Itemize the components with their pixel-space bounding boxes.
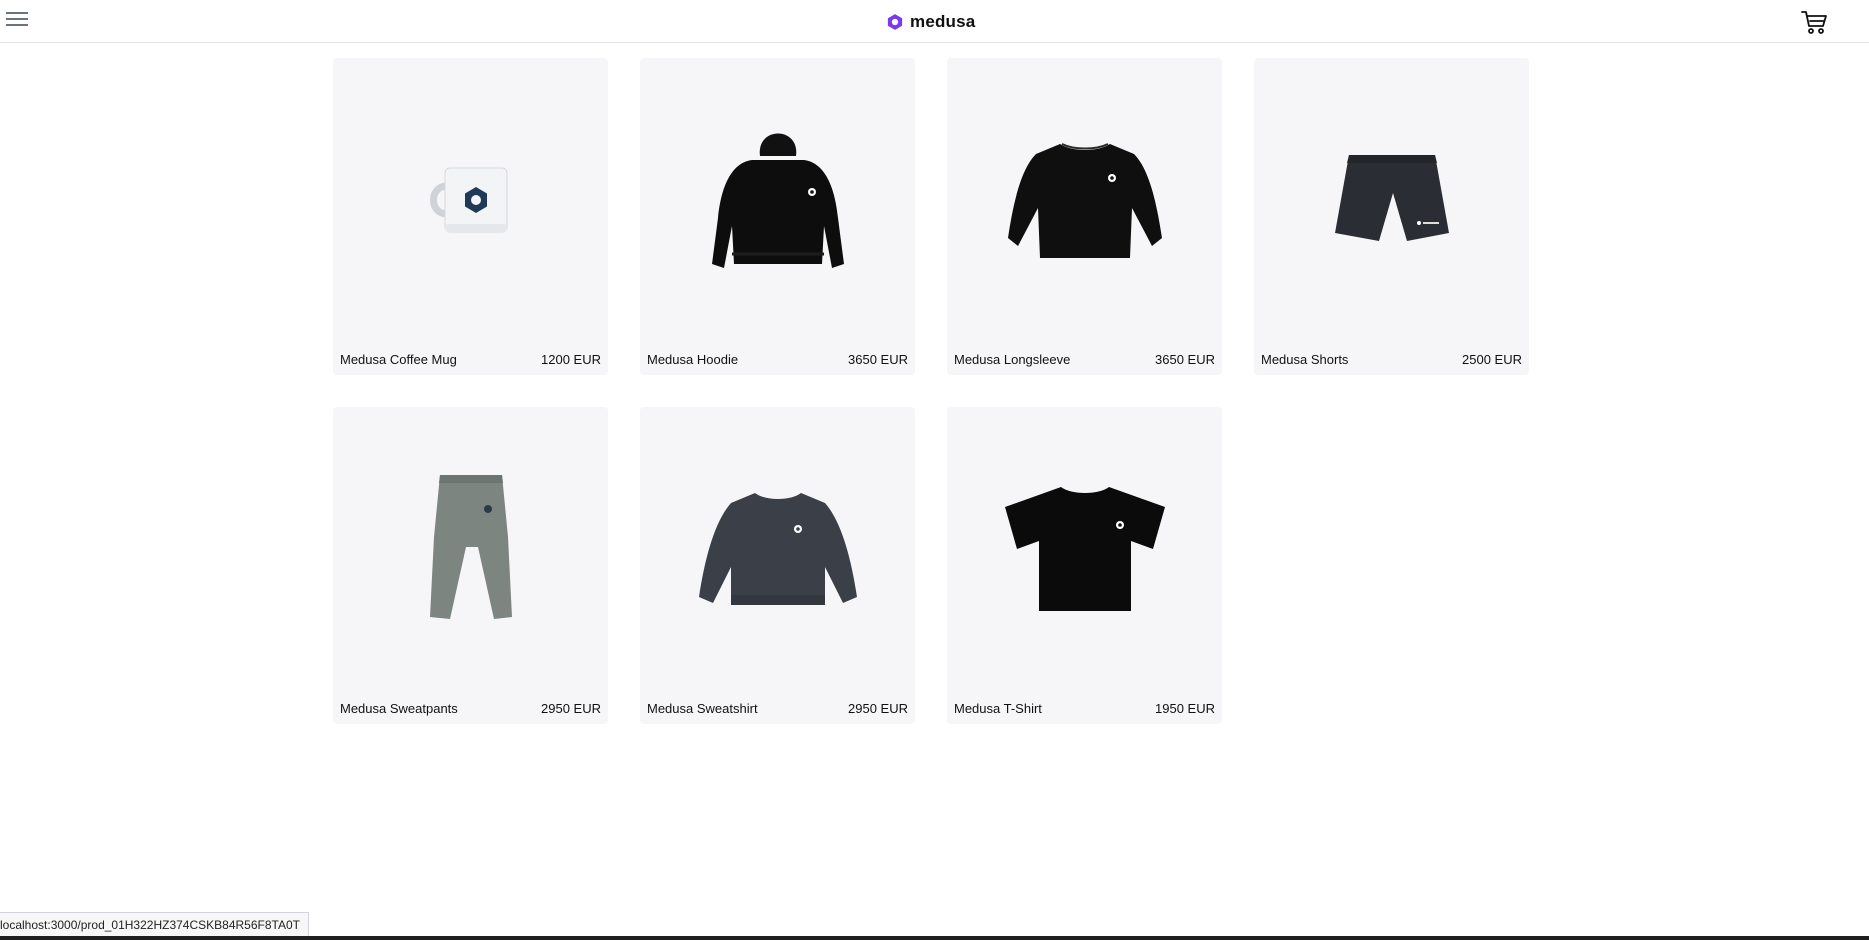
status-bar-url: localhost:3000/prod_01H322HZ374CSKB84R56… <box>0 912 309 938</box>
product-footer: Medusa Longsleeve 3650 EUR <box>954 347 1215 371</box>
cart-icon[interactable] <box>1800 9 1828 35</box>
sweatpants-icon <box>429 475 512 619</box>
product-card[interactable]: Medusa Shorts 2500 EUR <box>1254 58 1529 375</box>
product-price: 1950 EUR <box>1155 700 1215 716</box>
product-name: Medusa T-Shirt <box>954 700 1042 716</box>
product-price: 2950 EUR <box>541 700 601 716</box>
product-price: 2950 EUR <box>848 700 908 716</box>
product-thumbnail <box>333 407 608 687</box>
product-card[interactable]: Medusa Longsleeve 3650 EUR <box>947 58 1222 375</box>
mug-icon <box>430 167 508 233</box>
product-name: Medusa Hoodie <box>647 351 739 367</box>
product-footer: Medusa T-Shirt 1950 EUR <box>954 696 1215 720</box>
medusa-logo-icon <box>887 14 903 30</box>
product-footer: Medusa Hoodie 3650 EUR <box>647 347 908 371</box>
product-card[interactable]: Medusa Hoodie 3650 EUR <box>640 58 915 375</box>
top-navbar: medusa <box>0 0 1869 43</box>
product-name: Medusa Longsleeve <box>954 351 1071 367</box>
product-footer: Medusa Sweatpants 2950 EUR <box>340 696 601 720</box>
product-thumbnail <box>1254 58 1529 338</box>
product-price: 3650 EUR <box>848 351 908 367</box>
product-name: Medusa Sweatpants <box>340 700 458 716</box>
product-name: Medusa Coffee Mug <box>340 351 457 367</box>
product-footer: Medusa Sweatshirt 2950 EUR <box>647 696 908 720</box>
longsleeve-icon <box>1007 143 1162 258</box>
hamburger-menu-icon[interactable] <box>6 8 28 32</box>
product-thumbnail <box>947 58 1222 338</box>
product-thumbnail <box>640 407 915 687</box>
product-price: 2500 EUR <box>1462 351 1522 367</box>
product-card[interactable]: Medusa Sweatpants 2950 EUR <box>333 407 608 724</box>
product-footer: Medusa Coffee Mug 1200 EUR <box>340 347 601 371</box>
product-name: Medusa Shorts <box>1261 351 1349 367</box>
product-name: Medusa Sweatshirt <box>647 700 758 716</box>
product-price: 1200 EUR <box>541 351 601 367</box>
product-footer: Medusa Shorts 2500 EUR <box>1261 347 1522 371</box>
product-thumbnail <box>333 58 608 338</box>
product-price: 3650 EUR <box>1155 351 1215 367</box>
sweatshirt-icon <box>698 493 857 605</box>
product-card[interactable]: Medusa T-Shirt 1950 EUR <box>947 407 1222 724</box>
product-thumbnail <box>947 407 1222 687</box>
brand-name: medusa <box>910 12 976 31</box>
bottom-edge <box>0 936 1869 940</box>
hoodie-icon <box>711 133 844 268</box>
product-card[interactable]: Medusa Sweatshirt 2950 EUR <box>640 407 915 724</box>
tshirt-icon <box>1004 487 1165 611</box>
shorts-icon <box>1334 155 1449 241</box>
brand-logo[interactable]: medusa <box>886 10 975 34</box>
product-card[interactable]: Medusa Coffee Mug 1200 EUR <box>333 58 608 375</box>
product-thumbnail <box>640 58 915 338</box>
